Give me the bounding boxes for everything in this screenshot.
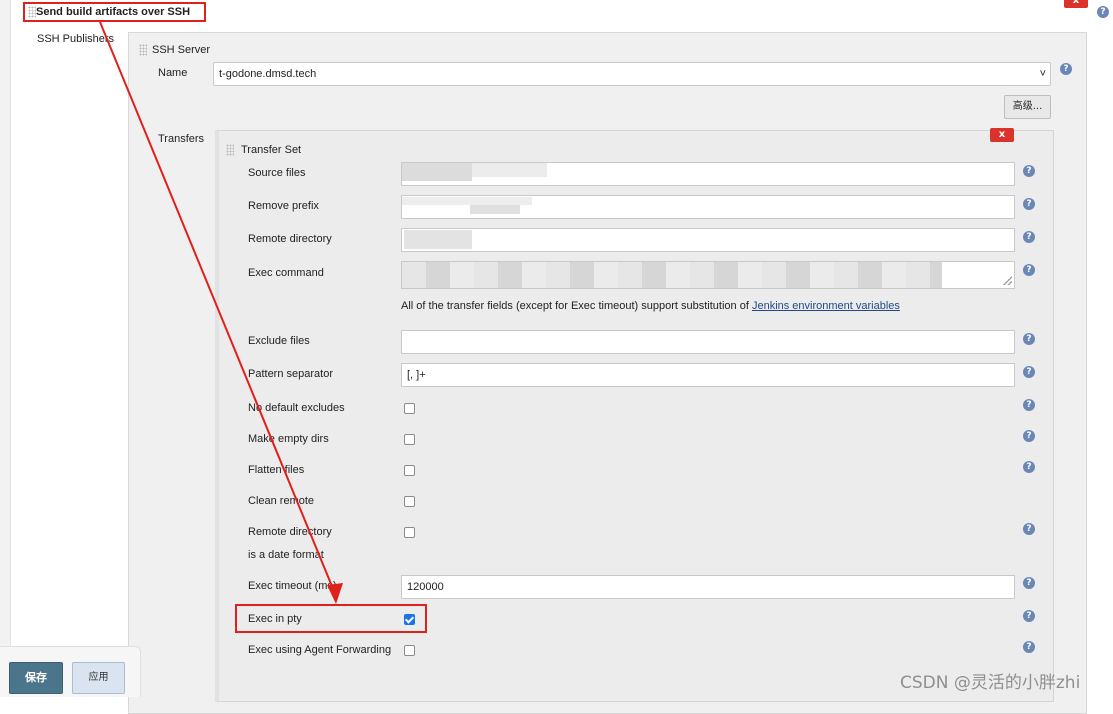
watermark: CSDN @灵活的小胖zhi <box>900 673 1081 693</box>
save-button[interactable]: 保存 <box>9 662 63 694</box>
annotation-arrow <box>99 21 343 604</box>
apply-button[interactable]: 应用 <box>72 662 125 694</box>
